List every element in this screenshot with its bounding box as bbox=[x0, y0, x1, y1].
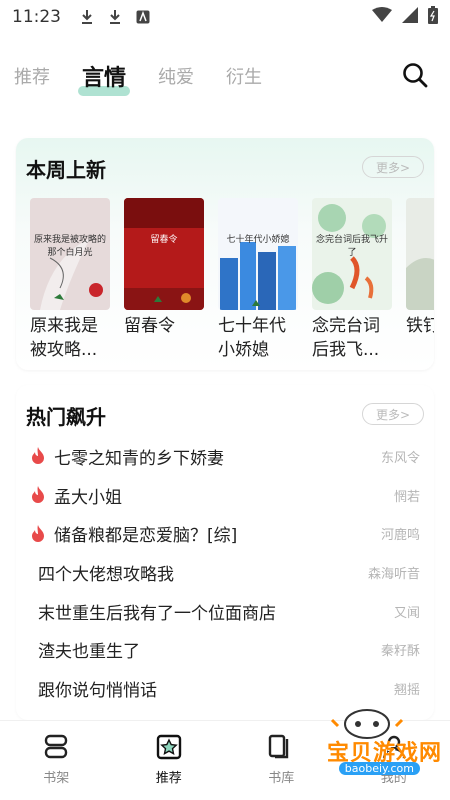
list-item[interactable]: 储备粮都是恋爱脑？[综] 河鹿鸣 bbox=[16, 514, 434, 553]
cover-text: 七十年代小娇媳 bbox=[226, 235, 290, 245]
cover-text: 留春令 bbox=[150, 235, 178, 245]
book-card[interactable]: 铁 铁钉劫 bbox=[406, 198, 434, 368]
more-button[interactable]: 更多> bbox=[362, 403, 424, 425]
book-author: 秦籽酥 bbox=[380, 644, 420, 660]
hot-rising-section: 热门飙升 更多> 七零之知青的乡下娇妻 东风令 孟大小姐 惘若 储备粮都是恋爱脑… bbox=[16, 385, 434, 720]
status-time: 11:23 bbox=[12, 7, 61, 27]
book-card[interactable]: 念完台词后我飞升了 念完台词后我飞... bbox=[312, 198, 392, 368]
book-title: 储备粮都是恋爱脑？[综] bbox=[54, 526, 238, 547]
cover-art bbox=[220, 242, 296, 310]
book-author: 又闻 bbox=[393, 605, 420, 621]
search-icon[interactable] bbox=[402, 62, 428, 88]
more-button[interactable]: 更多> bbox=[362, 156, 424, 178]
book-title: 渣夫也重生了 bbox=[38, 642, 140, 663]
book-author: 东风令 bbox=[380, 450, 420, 466]
category-tabs: 推荐 言情 纯爱 衍生 bbox=[0, 52, 450, 100]
cover-text: 念完台词后我飞升了 bbox=[316, 235, 389, 258]
app-notification-icon bbox=[135, 9, 151, 25]
book-cover[interactable]: 铁 bbox=[406, 198, 434, 310]
battery-icon bbox=[428, 6, 438, 28]
section-title: 本周上新 bbox=[26, 158, 106, 182]
book-author: 森海听音 bbox=[367, 566, 420, 582]
flame-icon bbox=[32, 447, 44, 465]
recommend-icon bbox=[156, 734, 181, 760]
cover-art bbox=[406, 258, 434, 310]
watermark-url: baobeiy.com bbox=[338, 762, 420, 775]
new-this-week-section: 本周上新 更多> 原来我是被攻略的那个白月光 原来我是被攻略... 留春令 留春… bbox=[16, 138, 434, 370]
flame-icon bbox=[32, 486, 44, 504]
book-cover[interactable]: 念完台词后我飞升了 bbox=[312, 198, 392, 310]
hot-list: 七零之知青的乡下娇妻 东风令 孟大小姐 惘若 储备粮都是恋爱脑？[综] 河鹿鸣 … bbox=[16, 437, 434, 708]
book-title: 孟大小姐 bbox=[54, 487, 122, 508]
list-item[interactable]: 末世重生后我有了一个位面商店 又闻 bbox=[16, 592, 434, 631]
book-title: 末世重生后我有了一个位面商店 bbox=[38, 603, 276, 624]
tab-recommend[interactable]: 推荐 bbox=[14, 63, 50, 89]
list-item[interactable]: 七零之知青的乡下娇妻 东风令 bbox=[16, 437, 434, 476]
book-cover[interactable]: 留春令 bbox=[124, 198, 204, 310]
tab-romance[interactable]: 言情 bbox=[77, 60, 131, 96]
cover-art bbox=[124, 198, 204, 310]
download-icon bbox=[79, 9, 95, 25]
nav-recommend[interactable]: 推荐 bbox=[129, 733, 209, 786]
list-item[interactable]: 渣夫也重生了 秦籽酥 bbox=[16, 630, 434, 669]
list-item[interactable]: 孟大小姐 惘若 bbox=[16, 476, 434, 515]
section-title: 热门飙升 bbox=[26, 405, 106, 429]
book-card[interactable]: 原来我是被攻略的那个白月光 原来我是被攻略... bbox=[30, 198, 110, 368]
tab-pure-love[interactable]: 纯爱 bbox=[158, 63, 194, 89]
book-card[interactable]: 七十年代小娇媳 七十年代小娇媳 bbox=[218, 198, 298, 368]
cover-text: 原来我是被攻略的那个白月光 bbox=[34, 235, 107, 258]
list-item[interactable]: 跟你说句悄悄话 翘摇 bbox=[16, 669, 434, 708]
book-title: 七零之知青的乡下娇妻 bbox=[54, 448, 224, 469]
book-author: 惘若 bbox=[393, 489, 420, 505]
status-bar: 11:23 bbox=[0, 0, 450, 34]
book-author: 翘摇 bbox=[393, 682, 420, 698]
book-cover[interactable]: 七十年代小娇媳 bbox=[218, 198, 298, 310]
book-title: 原来我是被攻略... bbox=[30, 316, 98, 360]
bookshelf-icon bbox=[45, 734, 68, 759]
flame-icon bbox=[32, 524, 44, 542]
wifi-icon bbox=[372, 7, 392, 27]
cover-text: 铁 bbox=[410, 232, 434, 245]
book-carousel[interactable]: 原来我是被攻略的那个白月光 原来我是被攻略... 留春令 留春令 七十年代小娇媳… bbox=[30, 198, 434, 368]
nav-bookshelf[interactable]: 书架 bbox=[16, 733, 96, 786]
book-author: 河鹿鸣 bbox=[380, 528, 420, 544]
nav-label: 推荐 bbox=[155, 771, 182, 786]
book-title: 铁钉劫 bbox=[406, 316, 434, 336]
book-card[interactable]: 留春令 留春令 bbox=[124, 198, 204, 368]
book-title: 跟你说句悄悄话 bbox=[38, 680, 157, 701]
list-item[interactable]: 四个大佬想攻略我 森海听音 bbox=[16, 553, 434, 592]
book-title: 念完台词后我飞... bbox=[312, 316, 380, 360]
book-title: 四个大佬想攻略我 bbox=[38, 564, 174, 585]
nav-label: 书架 bbox=[43, 771, 70, 786]
signal-icon bbox=[402, 7, 418, 27]
nav-label: 书库 bbox=[268, 771, 295, 786]
book-title: 七十年代小娇媳 bbox=[218, 316, 286, 360]
book-cover[interactable]: 原来我是被攻略的那个白月光 bbox=[30, 198, 110, 310]
download-icon bbox=[107, 9, 123, 25]
status-right bbox=[372, 6, 438, 28]
book-title: 留春令 bbox=[124, 316, 175, 336]
tab-derivative[interactable]: 衍生 bbox=[226, 63, 262, 89]
